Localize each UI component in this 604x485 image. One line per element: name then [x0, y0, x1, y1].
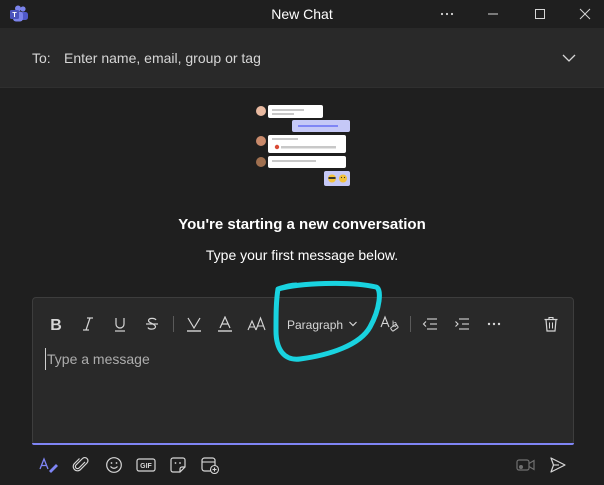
highlight-icon: [187, 317, 201, 332]
bold-button[interactable]: B: [46, 312, 66, 336]
trash-icon: [544, 316, 558, 332]
clear-formatting-button[interactable]: b: [378, 312, 402, 336]
emoji-icon: [106, 457, 122, 473]
more-formatting-button[interactable]: [483, 312, 505, 336]
italic-icon: [83, 317, 93, 331]
empty-state-subheading: Type your first message below.: [205, 247, 399, 263]
loop-component-button[interactable]: [198, 453, 222, 477]
format-icon: [39, 457, 58, 473]
minimize-button[interactable]: [470, 0, 516, 28]
svg-text:GIF: GIF: [140, 463, 152, 470]
video-clip-icon: [516, 459, 535, 471]
font-size-icon: [247, 316, 266, 331]
maximize-button[interactable]: [517, 0, 563, 28]
new-conversation-illustration: [250, 100, 360, 190]
decrease-indent-button[interactable]: [419, 312, 441, 336]
to-label: To:: [32, 50, 51, 66]
decrease-indent-icon: [422, 318, 437, 330]
close-icon: [579, 8, 591, 20]
gif-button[interactable]: GIF: [134, 453, 158, 477]
underline-icon: [115, 318, 125, 332]
svg-text:B: B: [50, 317, 62, 332]
sticker-button[interactable]: [166, 453, 190, 477]
italic-button[interactable]: [78, 312, 98, 336]
video-clip-button[interactable]: [514, 453, 538, 477]
toolbar-divider: [173, 316, 174, 332]
ellipsis-icon: [440, 12, 454, 16]
chevron-down-icon[interactable]: [561, 51, 577, 65]
sticker-icon: [170, 457, 186, 473]
paragraph-label: Paragraph: [287, 318, 344, 332]
strikethrough-icon: [146, 317, 158, 330]
increase-indent-icon: [455, 318, 469, 330]
send-button[interactable]: [546, 453, 570, 477]
recipient-input[interactable]: [64, 45, 544, 71]
discard-button[interactable]: [540, 312, 562, 336]
underline-button[interactable]: [110, 312, 130, 336]
bold-icon: B: [50, 317, 62, 332]
maximize-icon: [535, 9, 545, 19]
compose-focus-underline: [32, 443, 574, 445]
ellipsis-icon: [487, 322, 501, 326]
empty-state-heading: You're starting a new conversation: [178, 216, 426, 233]
format-button[interactable]: [37, 453, 61, 477]
toolbar-divider: [410, 316, 411, 332]
send-icon: [550, 457, 566, 473]
minimize-icon: [488, 13, 498, 15]
title-bar: T New Chat: [0, 0, 604, 28]
loop-component-icon: [201, 457, 220, 474]
strikethrough-button[interactable]: [142, 312, 162, 336]
chevron-down-icon: [349, 321, 357, 327]
font-size-button[interactable]: [246, 312, 268, 336]
emoji-button[interactable]: [102, 453, 126, 477]
increase-indent-button[interactable]: [451, 312, 473, 336]
to-bar: To:: [0, 28, 604, 88]
message-input[interactable]: [45, 348, 545, 370]
attach-button[interactable]: [69, 453, 93, 477]
clear-formatting-icon: b: [380, 315, 399, 332]
gif-icon: GIF: [136, 458, 156, 472]
close-button[interactable]: [562, 0, 604, 28]
paperclip-icon: [72, 456, 89, 472]
more-options-button[interactable]: [424, 0, 470, 28]
font-color-icon: [218, 316, 232, 332]
highlight-button[interactable]: [183, 312, 205, 336]
font-color-button[interactable]: [214, 312, 236, 336]
